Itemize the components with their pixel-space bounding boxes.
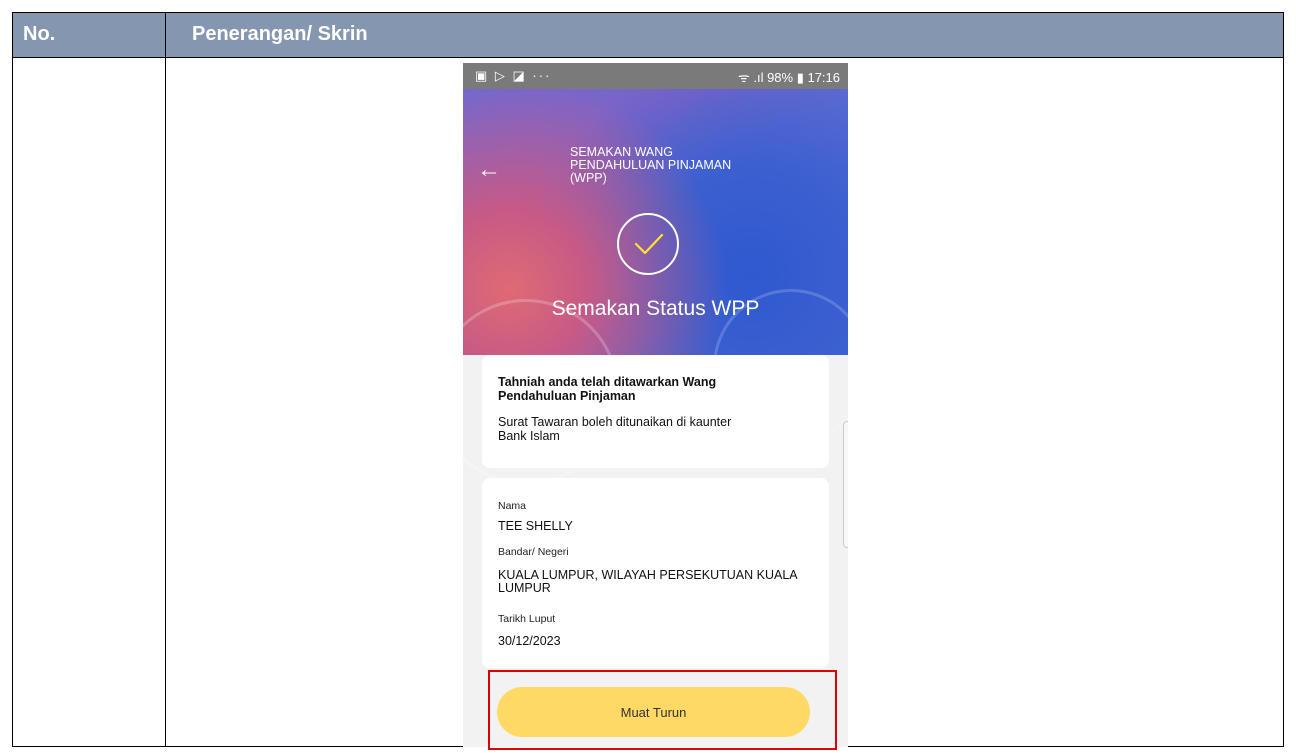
message-card: Tahniah anda telah ditawarkan Wang Penda…: [482, 355, 829, 468]
status-heading: Semakan Status WPP: [551, 297, 760, 320]
page-title: SEMAKAN WANG PENDAHULUAN PINJAMAN (WPP): [570, 146, 740, 185]
col-description-header: Penerangan/ Skrin: [192, 23, 368, 45]
message-body: Surat Tawaran boleh ditunaikan di kaunte…: [498, 415, 732, 443]
status-bar: ▣ ▷ ◪ ··· ᯤ .ıl 98% ▮ 17:16: [463, 63, 848, 89]
scrollbar[interactable]: [843, 421, 848, 548]
bandar-value: KUALA LUMPUR, WILAYAH PERSEKUTUAN KUALA …: [498, 568, 797, 595]
nama-label: Nama: [498, 500, 527, 512]
tarikh-label: Tarikh Luput: [498, 613, 556, 625]
phone-screenshot: ▣ ▷ ◪ ··· ᯤ .ıl 98% ▮ 17:16 ← SEMAKAN WA…: [463, 63, 848, 747]
col-no-header: No.: [13, 13, 166, 57]
status-notification-icons: ▣ ▷ ◪ ···: [475, 68, 552, 83]
tarikh-value: 30/12/2023: [498, 634, 561, 648]
status-system-info: ᯤ .ıl 98% ▮ 17:16: [737, 70, 840, 85]
nama-value: TEE SHELLY: [498, 519, 573, 533]
page-title-text: SEMAKAN WANG PENDAHULUAN PINJAMAN (WPP): [570, 145, 732, 185]
back-arrow-icon[interactable]: ←: [477, 156, 501, 184]
message-heading: Tahniah anda telah ditawarkan Wang Penda…: [498, 375, 717, 403]
column-divider: [165, 58, 166, 746]
bandar-label: Bandar/ Negeri: [498, 546, 569, 558]
table-header: No. Penerangan/ Skrin: [13, 13, 1283, 58]
success-check-icon: [617, 213, 679, 275]
details-card: Nama TEE SHELLY Bandar/ Negeri KUALA LUM…: [482, 478, 829, 668]
header-banner: ← SEMAKAN WANG PENDAHULUAN PINJAMAN (WPP…: [463, 89, 848, 485]
highlight-box: [488, 670, 837, 750]
